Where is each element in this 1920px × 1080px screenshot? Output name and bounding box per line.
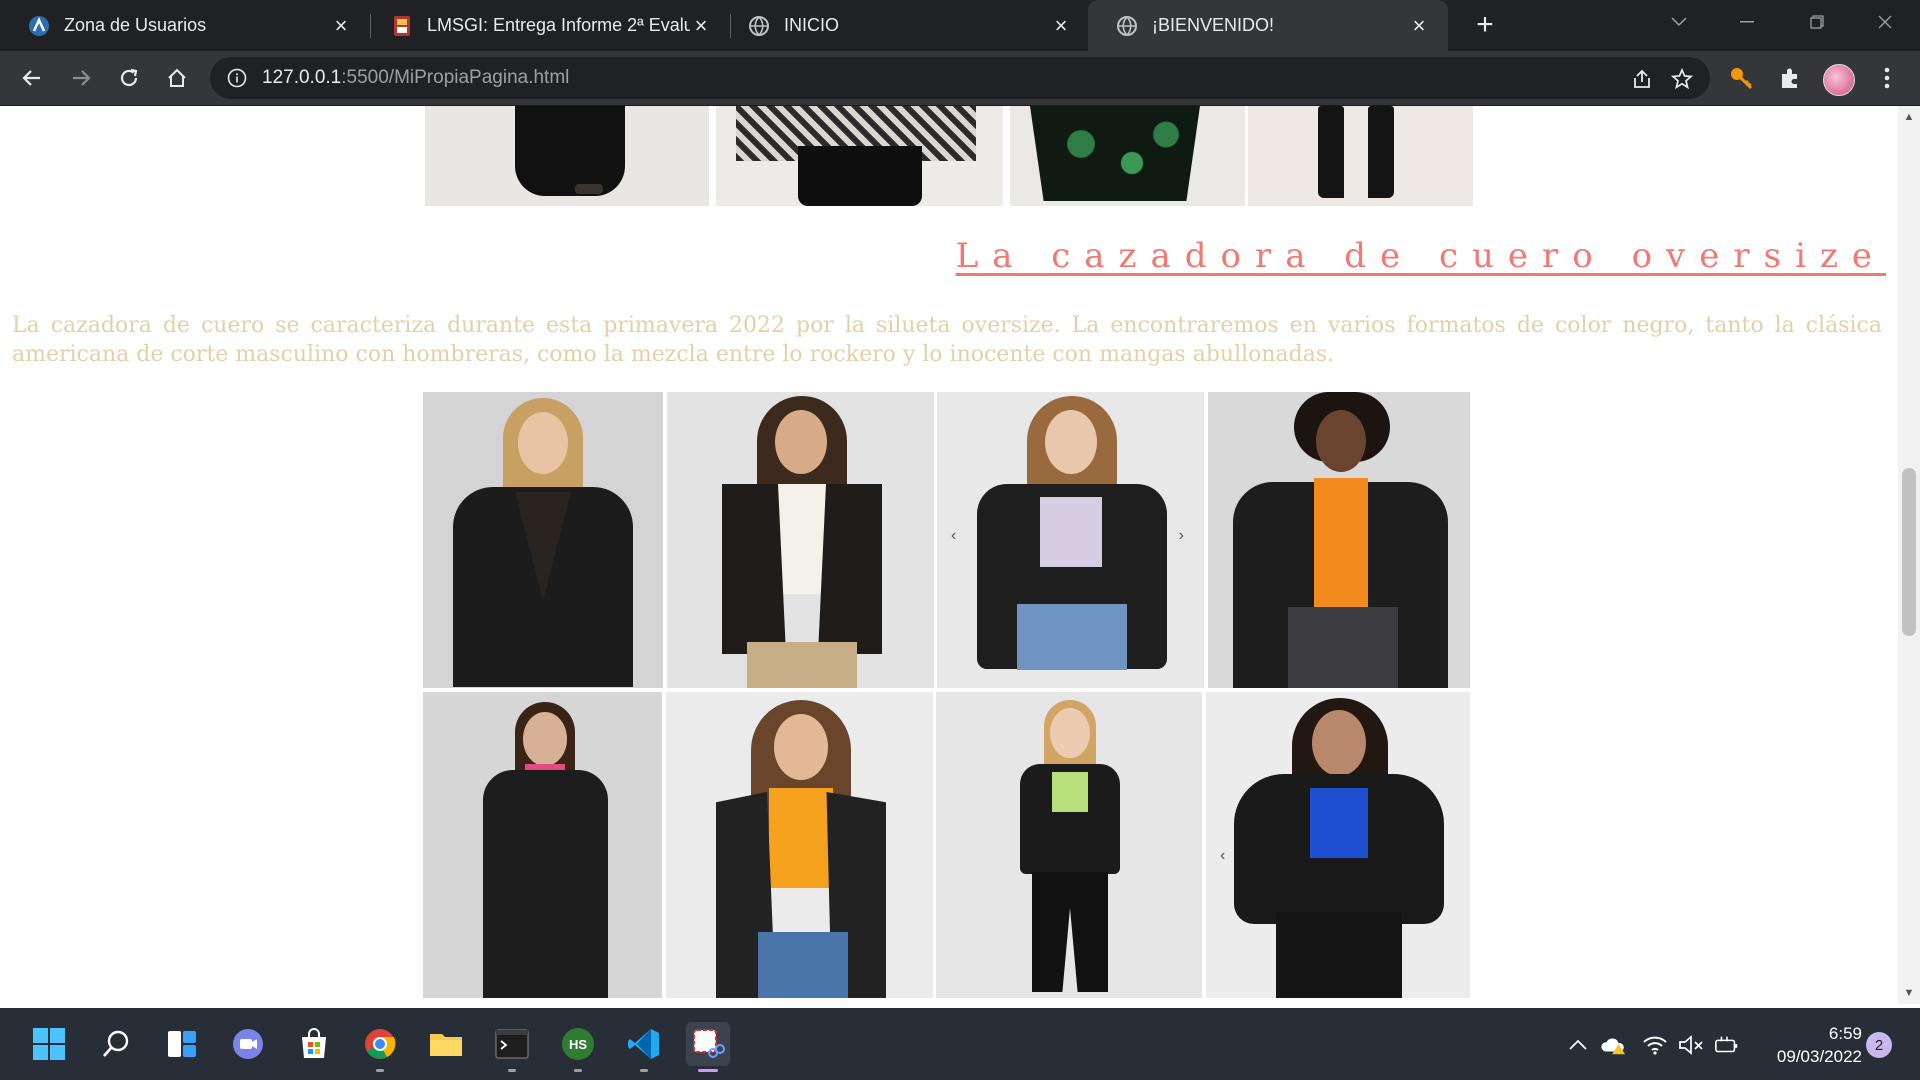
clock-time: 6:59 — [1828, 1024, 1862, 1043]
close-tab-icon[interactable]: × — [330, 13, 352, 38]
tab-title: INICIO — [784, 15, 840, 35]
bookmark-star-icon[interactable] — [1670, 67, 1694, 91]
hs-app-icon[interactable]: HS — [556, 1022, 600, 1072]
jacket-photo — [423, 692, 662, 998]
jacket-photo — [1208, 392, 1470, 688]
volume-muted-icon[interactable] — [1678, 1032, 1704, 1058]
tab-inicio[interactable]: INICIO × — [720, 0, 1090, 51]
gallery-photo — [1248, 106, 1473, 206]
browser-toolbar: 127.0.0.1:5500/MiPropiaPagina.html — [0, 51, 1920, 106]
notification-badge[interactable]: 2 — [1866, 1032, 1892, 1058]
system-clock[interactable]: 6:59 09/03/2022 — [1752, 1022, 1862, 1068]
vscode-icon[interactable] — [622, 1022, 666, 1072]
globe-icon — [1116, 15, 1138, 37]
tab-title: ¡BIENVENIDO! — [1152, 15, 1275, 35]
jacket-photo — [423, 392, 663, 688]
scroll-up-arrow[interactable]: ▲ — [1902, 110, 1916, 124]
reload-icon[interactable] — [112, 61, 146, 95]
tab-strip: Zona de Usuarios × LMSGI: Entrega Inform… — [0, 0, 1920, 51]
close-tab-icon[interactable]: × — [1050, 13, 1072, 38]
running-indicator — [640, 1069, 648, 1072]
restore-button[interactable] — [1782, 0, 1852, 44]
running-indicator — [698, 1069, 718, 1072]
jacket-photo — [666, 692, 933, 998]
search-icon[interactable] — [94, 1022, 138, 1066]
share-icon[interactable] — [1630, 67, 1654, 91]
hs-app-label: HS — [569, 1037, 587, 1052]
gallery-prev-arrow[interactable]: ‹ — [1220, 847, 1225, 865]
microsoft-store-icon[interactable] — [292, 1022, 336, 1066]
start-windows-icon[interactable] — [27, 1022, 71, 1066]
menu-kebab-icon[interactable] — [1872, 63, 1902, 93]
file-explorer-icon[interactable] — [424, 1022, 468, 1066]
onedrive-warning-icon[interactable] — [1600, 1032, 1626, 1058]
tab-zona-usuarios[interactable]: Zona de Usuarios × — [0, 0, 370, 51]
terminal-icon[interactable] — [490, 1022, 534, 1072]
moodle-icon — [28, 15, 50, 37]
running-indicator — [508, 1069, 516, 1072]
chrome-icon[interactable] — [358, 1022, 402, 1072]
battery-charging-icon[interactable] — [1714, 1032, 1740, 1058]
key-extension-icon[interactable] — [1726, 63, 1756, 93]
section-title: La cazadora de cuero oversize — [955, 236, 1886, 276]
page-scrollbar[interactable]: ▲ ▼ — [1898, 106, 1920, 1004]
widgets-icon[interactable] — [160, 1022, 204, 1066]
clock-date: 09/03/2022 — [1776, 1047, 1862, 1066]
tab-bienvenido[interactable]: ¡BIENVENIDO! × — [1088, 0, 1448, 51]
profile-avatar[interactable] — [1823, 64, 1855, 96]
jacket-photo: ‹ — [1206, 692, 1470, 998]
tab-title: Zona de Usuarios — [64, 15, 207, 35]
url-path: :5500/MiPropiaPagina.html — [341, 67, 570, 88]
back-icon[interactable] — [15, 61, 49, 95]
scroll-down-arrow[interactable]: ▼ — [1902, 986, 1916, 1000]
show-hidden-icons-chevron[interactable] — [1565, 1032, 1591, 1058]
gallery-photo — [1010, 106, 1245, 206]
page-viewport: La cazadora de cuero oversize La cazador… — [0, 106, 1898, 1004]
tab-title: LMSGI: Entrega Informe 2ª Evaluación — [427, 15, 690, 35]
minimize-button[interactable] — [1712, 0, 1782, 44]
school-crest-icon — [391, 15, 413, 37]
section-description: La cazadora de cuero se caracteriza dura… — [12, 313, 1882, 367]
jacket-photo — [667, 392, 934, 688]
close-window-button[interactable] — [1850, 0, 1920, 44]
home-icon[interactable] — [160, 61, 194, 95]
running-indicator — [574, 1069, 582, 1072]
snipping-tool-icon[interactable] — [686, 1022, 730, 1072]
teams-chat-icon[interactable] — [226, 1022, 270, 1066]
jacket-photo: ‹ › — [937, 392, 1204, 688]
close-tab-icon[interactable]: × — [1408, 13, 1430, 38]
tab-search-icon[interactable] — [1644, 0, 1714, 44]
tab-lmsgi[interactable]: LMSGI: Entrega Informe 2ª Evaluación × — [363, 0, 730, 51]
site-info-icon[interactable] — [226, 67, 248, 89]
gallery-photo — [716, 106, 1003, 206]
windows-taskbar: HS 6:59 09/03/2022 2 — [0, 1008, 1920, 1080]
url-host: 127.0.0.1 — [262, 67, 342, 88]
gallery-prev-arrow[interactable]: ‹ — [951, 527, 956, 545]
scrollbar-thumb[interactable] — [1902, 468, 1916, 636]
close-tab-icon[interactable]: × — [690, 13, 712, 38]
forward-icon[interactable] — [64, 61, 98, 95]
wifi-icon[interactable] — [1642, 1032, 1668, 1058]
gallery-next-arrow[interactable]: › — [1179, 527, 1184, 545]
gallery-photo — [425, 106, 709, 206]
running-indicator — [376, 1069, 384, 1072]
extensions-puzzle-icon[interactable] — [1775, 63, 1805, 93]
globe-icon — [748, 15, 770, 37]
url-text: 127.0.0.1:5500/MiPropiaPagina.html — [262, 67, 569, 89]
jacket-photo — [936, 692, 1202, 998]
address-bar[interactable]: 127.0.0.1:5500/MiPropiaPagina.html — [210, 57, 1710, 99]
new-tab-button[interactable]: + — [1468, 8, 1502, 42]
